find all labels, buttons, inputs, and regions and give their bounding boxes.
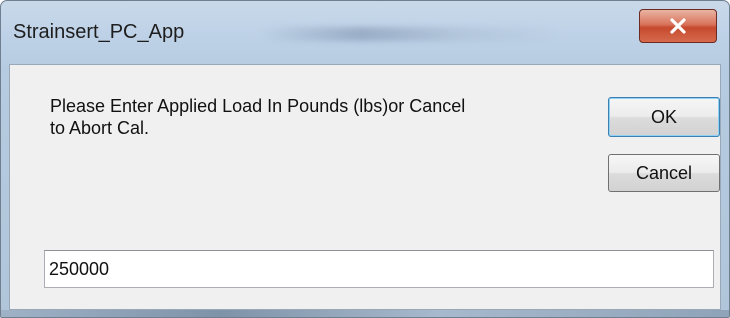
cancel-button[interactable]: Cancel: [608, 154, 720, 192]
load-input[interactable]: [44, 250, 714, 288]
prompt-message: Please Enter Applied Load In Pounds (lbs…: [50, 96, 466, 138]
title-bar-blur: [261, 27, 561, 41]
ok-button[interactable]: OK: [608, 97, 720, 137]
dialog-window: Strainsert_PC_App Please Enter Applied L…: [0, 0, 730, 318]
close-button[interactable]: [639, 9, 717, 43]
window-title: Strainsert_PC_App: [13, 21, 185, 43]
title-bar[interactable]: Strainsert_PC_App: [1, 1, 729, 63]
close-x-icon: [670, 18, 686, 34]
dialog-client-area: Please Enter Applied Load In Pounds (lbs…: [9, 64, 721, 310]
background-strip: [1, 310, 729, 317]
